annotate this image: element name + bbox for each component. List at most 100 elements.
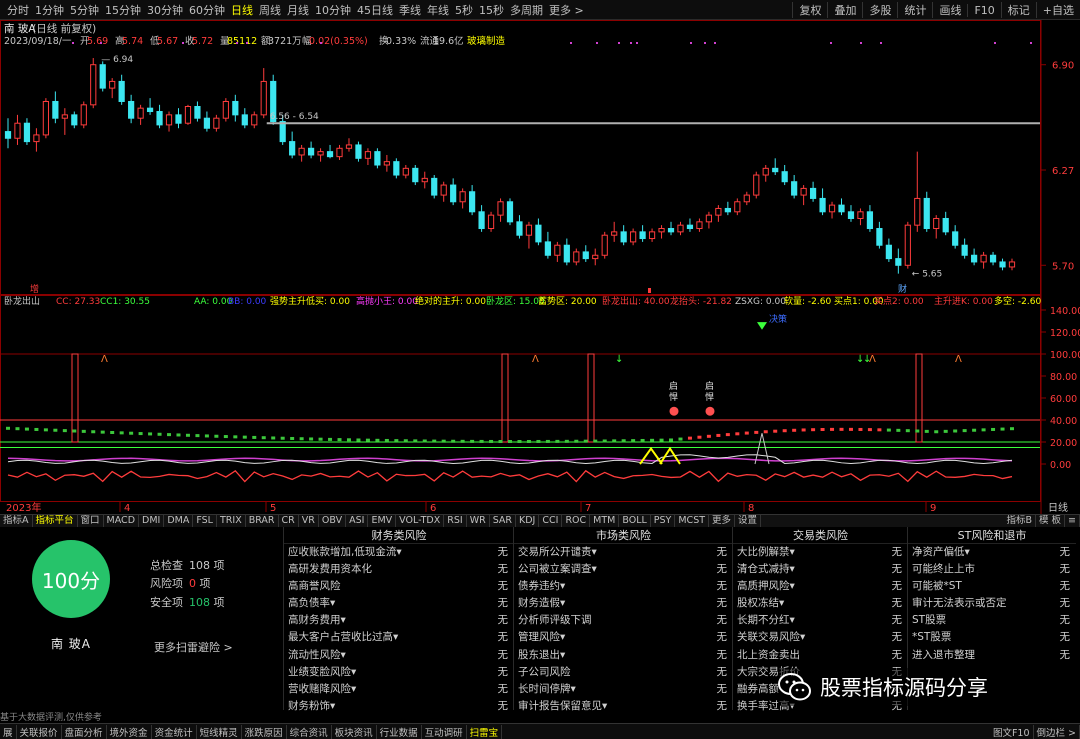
risk-item-label[interactable]: 可能终止上市 — [912, 561, 975, 578]
indicator-tab-16[interactable]: WR — [467, 515, 490, 527]
risk-row[interactable]: 可能被*ST 无 — [908, 578, 1076, 595]
timeframe-1[interactable]: 1分钟 — [32, 2, 67, 18]
indicator-tab-26[interactable]: 设置 — [735, 515, 762, 527]
risk-row[interactable]: 应收账款增加,低现金流▾ 无 — [284, 544, 514, 561]
timeframe-14[interactable]: 15秒 — [476, 2, 507, 18]
timeframe-9[interactable]: 10分钟 — [312, 2, 354, 18]
risk-item-label[interactable]: 进入退市整理 — [912, 647, 975, 664]
risk-row[interactable]: 审计无法表示或否定 无 — [908, 595, 1076, 612]
risk-row[interactable]: 关联交易风险▾ 无 — [733, 629, 908, 646]
risk-item-label[interactable]: 可能被*ST — [912, 578, 962, 595]
risk-item-label[interactable]: 股东退出▾ — [518, 647, 565, 664]
risk-item-label[interactable]: 大比例解禁▾ — [737, 544, 795, 561]
top-button-3[interactable]: 统计 — [897, 2, 932, 18]
risk-item-label[interactable]: 分析师评级下调 — [518, 612, 592, 629]
risk-item-label[interactable]: 股权冻结▾ — [737, 595, 784, 612]
risk-item-label[interactable]: 流动性风险▾ — [288, 647, 346, 664]
risk-item-label[interactable]: 高商誉风险 — [288, 578, 341, 595]
timeframe-5[interactable]: 60分钟 — [186, 2, 228, 18]
bottom-tab-9[interactable]: 行业数据 — [377, 724, 422, 739]
indicator-tab-20[interactable]: ROC — [562, 515, 591, 527]
indicator-tab-13[interactable]: EMV — [368, 515, 397, 527]
bottom-right-0[interactable]: 图文F10 — [990, 725, 1034, 739]
risk-row[interactable]: 进入退市整理 无 — [908, 647, 1076, 664]
bottom-tab-8[interactable]: 板块资讯 — [332, 724, 377, 739]
indicator-tab-19[interactable]: CCI — [539, 515, 563, 527]
timeframe-15[interactable]: 多周期 — [507, 2, 546, 18]
risk-row[interactable]: *ST股票 无 — [908, 629, 1076, 646]
risk-item-label[interactable]: 关联交易风险▾ — [737, 629, 805, 646]
risk-row[interactable]: 财务造假▾ 无 — [514, 595, 733, 612]
timeframe-0[interactable]: 分时 — [4, 2, 32, 18]
risk-item-label[interactable]: 公司被立案调查▾ — [518, 561, 597, 578]
indicator-tab-11[interactable]: OBV — [319, 515, 347, 527]
indicator-tab-right-0[interactable]: 指标B — [1003, 515, 1036, 527]
risk-row[interactable]: 清仓式减持▾ 无 — [733, 561, 908, 578]
risk-item-label[interactable]: 营收赌降风险▾ — [288, 681, 356, 698]
timeframe-6[interactable]: 日线 — [228, 2, 256, 18]
top-button-6[interactable]: 标记 — [1000, 2, 1036, 18]
risk-item-label[interactable]: 交易所公开谴责▾ — [518, 544, 597, 561]
risk-item-label[interactable]: 业绩变脸风险▾ — [288, 664, 356, 681]
risk-row[interactable]: 长期不分红▾ 无 — [733, 612, 908, 629]
risk-row[interactable]: 可能终止上市 无 — [908, 561, 1076, 578]
top-button-5[interactable]: F10 — [967, 3, 1000, 17]
risk-row[interactable]: 交易所公开谴责▾ 无 — [514, 544, 733, 561]
indicator-tab-21[interactable]: MTM — [590, 515, 620, 527]
bottom-tab-7[interactable]: 综合资讯 — [287, 724, 332, 739]
risk-row[interactable]: 管理风险▾ 无 — [514, 629, 733, 646]
bottom-tab-11[interactable]: 扫雷宝 — [467, 724, 503, 739]
indicator-tab-15[interactable]: RSI — [444, 515, 467, 527]
risk-item-label[interactable]: 高研发费用资本化 — [288, 561, 372, 578]
risk-row[interactable]: 净资产偏低▾ 无 — [908, 544, 1076, 561]
risk-item-label[interactable]: 高负债率▾ — [288, 595, 335, 612]
timeframe-16[interactable]: 更多 > — [546, 2, 587, 18]
indicator-tab-right-2[interactable]: ≡ — [1065, 515, 1080, 527]
risk-item-label[interactable]: 北上资金卖出 — [737, 647, 800, 664]
risk-item-label[interactable]: 管理风险▾ — [518, 629, 565, 646]
bottom-tab-5[interactable]: 短线精灵 — [197, 724, 242, 739]
indicator-tab-7[interactable]: TRIX — [217, 515, 246, 527]
bottom-tab-3[interactable]: 境外资金 — [107, 724, 152, 739]
risk-row[interactable]: 最大客户占营收比过高▾ 无 — [284, 629, 514, 646]
risk-item-label[interactable]: 高财务费用▾ — [288, 612, 346, 629]
kline-chart-svg[interactable]: 6.90 6.27 5.70 南 玻A(日线 前复权)2023/09/18/一 开5.… — [0, 20, 1080, 514]
indicator-tab-8[interactable]: BRAR — [246, 515, 279, 527]
top-button-4[interactable]: 画线 — [932, 2, 967, 18]
risk-item-label[interactable]: 高质押风险▾ — [737, 578, 795, 595]
timeframe-11[interactable]: 季线 — [396, 2, 424, 18]
risk-row[interactable]: 高财务费用▾ 无 — [284, 612, 514, 629]
bottom-tab-0[interactable]: 展 — [0, 724, 17, 739]
indicator-tab-6[interactable]: FSL — [193, 515, 217, 527]
bottom-tab-10[interactable]: 互动调研 — [422, 724, 467, 739]
risk-row[interactable]: 审计报告保留意见▾ 无 — [514, 698, 733, 715]
risk-row[interactable]: 高质押风险▾ 无 — [733, 578, 908, 595]
more-scan-link[interactable]: 更多扫雷避险 > — [154, 639, 233, 655]
timeframe-13[interactable]: 5秒 — [452, 2, 476, 18]
top-button-2[interactable]: 多股 — [862, 2, 897, 18]
timeframe-12[interactable]: 年线 — [424, 2, 452, 18]
risk-item-label[interactable]: *ST股票 — [912, 629, 951, 646]
indicator-tab-right-1[interactable]: 模 板 — [1036, 515, 1066, 527]
risk-row[interactable]: 长时间停牌▾ 无 — [514, 681, 733, 698]
indicator-tab-18[interactable]: KDJ — [516, 515, 540, 527]
risk-item-label[interactable]: 应收账款增加,低现金流▾ — [288, 544, 402, 561]
indicator-tab-24[interactable]: MCST — [675, 515, 710, 527]
risk-row[interactable]: 财务粉饰▾ 无 — [284, 698, 514, 715]
risk-item-label[interactable]: 子公司风险 — [518, 664, 571, 681]
indicator-tab-14[interactable]: VOL-TDX — [396, 515, 445, 527]
chart-area[interactable]: 6.90 6.27 5.70 南 玻A (日线 前复权) 2023/09/18/一开 5.… — [0, 20, 1080, 514]
indicator-tab-9[interactable]: CR — [279, 515, 299, 527]
timeframe-4[interactable]: 30分钟 — [144, 2, 186, 18]
timeframe-8[interactable]: 月线 — [284, 2, 312, 18]
timeframe-10[interactable]: 45日线 — [354, 2, 396, 18]
bottom-tab-1[interactable]: 关联报价 — [17, 724, 62, 739]
risk-item-label[interactable]: 净资产偏低▾ — [912, 544, 970, 561]
risk-item-label[interactable]: 财务造假▾ — [518, 595, 565, 612]
risk-row[interactable]: 高商誉风险 无 — [284, 578, 514, 595]
indicator-tab-23[interactable]: PSY — [651, 515, 676, 527]
risk-row[interactable]: ST股票 无 — [908, 612, 1076, 629]
indicator-tab-10[interactable]: VR — [299, 515, 319, 527]
indicator-tab-17[interactable]: SAR — [490, 515, 517, 527]
risk-item-label[interactable]: 审计无法表示或否定 — [912, 595, 1007, 612]
